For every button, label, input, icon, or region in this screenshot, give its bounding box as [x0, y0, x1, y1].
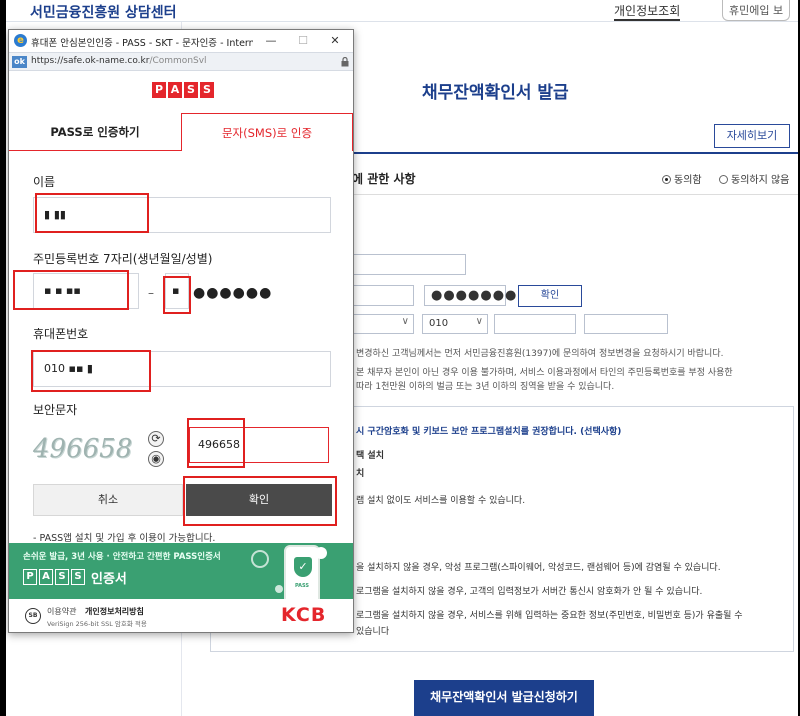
pass-logo: P A S S [152, 82, 214, 98]
warning-text: 로그램을 설치하지 않을 경우, 고객의 입력정보가 서버간 통신시 암호화가 … [356, 587, 703, 597]
pass-logo-letter: S [184, 82, 198, 98]
name-label: 이름 [33, 175, 56, 189]
warning-text: 있습니다 [356, 627, 390, 637]
terms-link[interactable]: 이용약관 [47, 606, 76, 617]
pass-note: - PASS앱 설치 및 가입 후 이용이 가능합니다. [33, 533, 216, 544]
agree-label: 동의함 [674, 175, 702, 186]
privacy-link[interactable]: 개인정보처리방침 [85, 606, 144, 617]
window-title: 휴대폰 안심본인인증 - PASS - SKT - 문자인증 - Interne… [31, 38, 253, 49]
carrier-select[interactable]: ∨ [352, 314, 414, 334]
ssl-note: VeriSign 256-bit SSL 암호화 적용 [47, 620, 147, 628]
pass-logo-letter: P [152, 82, 166, 98]
chevron-down-icon: ∨ [475, 316, 483, 327]
highlight-box [163, 276, 191, 314]
highlight-box [35, 193, 149, 233]
site-top-button[interactable]: 휴민에입 보 [722, 0, 791, 21]
cancel-button[interactable]: 취소 [33, 484, 183, 516]
security-label: 보안문자 [33, 403, 78, 417]
fingerprint-icon [251, 550, 269, 568]
rrn-label: 주민등록번호 7자리(생년월일/성별) [33, 252, 213, 266]
shield-check-icon: ✓ [294, 557, 312, 577]
notice-text: 변경하신 고객님께서는 먼저 서민금융진흥원(1397)에 문의하여 정보변경을… [356, 349, 724, 359]
warning-text: 을 설치하지 않을 경우, 악성 프로그램(스파이웨어, 악성코드, 랜섬웨어 … [356, 563, 721, 573]
browser-icon: e [14, 34, 27, 47]
agreement-heading: 에 관한 사항 [352, 172, 416, 186]
option-item: 램 설치 없이도 서비스를 이용할 수 있습니다. [356, 496, 526, 506]
banner-cert-text: 인증서 [91, 572, 127, 587]
page-title: 채무잔액확인서 발급 [422, 83, 569, 103]
chevron-down-icon: ∨ [401, 316, 409, 327]
lock-icon [341, 57, 349, 67]
rrn-confirm-button[interactable]: 확인 [518, 285, 582, 307]
pass-cert-banner[interactable]: 손쉬운 발급, 3년 사용 · 안전하고 간편한 PASS인증서 P A S S… [9, 543, 353, 599]
pass-logo-letter: A [168, 82, 182, 98]
banner-logo-letter: S [71, 569, 85, 585]
phone-middle-field[interactable] [494, 314, 576, 334]
banner-logo-letter: S [55, 569, 69, 585]
tab-pass[interactable]: PASS로 인증하기 [9, 113, 181, 151]
decor-bubble [275, 585, 283, 593]
auth-popup-window: e 휴대폰 안심본인인증 - PASS - SKT - 문자인증 - Inter… [8, 29, 354, 633]
highlight-box [31, 350, 151, 392]
close-button[interactable]: ✕ [321, 32, 349, 50]
security-title: 시 구간암호화 및 키보드 보안 프로그램설치를 권장합니다. (선택사항) [356, 427, 622, 437]
apply-button[interactable]: 채무잔액확인서 발급신청하기 [414, 680, 594, 716]
option-item[interactable]: 치 [356, 466, 364, 479]
kcb-logo: KCB [281, 604, 327, 626]
option-item[interactable]: 택 설치 [356, 448, 384, 461]
verisign-seal-icon: SB [25, 608, 41, 624]
highlight-box [187, 418, 245, 468]
popup-footer: SB 이용약관 개인정보처리방침 VeriSign 256-bit SSL 암호… [9, 599, 353, 632]
rrn-front-field[interactable] [352, 285, 414, 306]
rrn-back-field[interactable]: ●●●●●●● [424, 285, 516, 306]
highlight-box [183, 476, 337, 526]
address-bar[interactable]: ok https://safe.ok-name.co.kr/CommonSvl [9, 52, 353, 71]
banner-pass-logo: P A S S [23, 569, 85, 585]
notice-text: 본 채무자 본인이 아닌 경우 이용 불가하며, 서비스 이용과정에서 타인의 … [356, 368, 733, 378]
radio-selected-icon [662, 175, 671, 184]
tab-sms[interactable]: 문자(SMS)로 인증 [181, 113, 353, 151]
disagree-label: 동의하지 않음 [731, 175, 790, 186]
maximize-button[interactable]: ☐ [289, 32, 317, 50]
banner-logo-letter: A [39, 569, 53, 585]
rrn-dash: – [148, 286, 154, 300]
banner-logo-letter: P [23, 569, 37, 585]
notice-text: 따라 1천만원 이하의 벌금 또는 3년 이하의 징역을 받을 수 있습니다. [356, 382, 615, 392]
site-header: 서민금융진흥원 상담센터 개인정보조회 휴민에입 보 [6, 0, 798, 22]
site-logo[interactable]: 서민금융진흥원 상담센터 [30, 2, 177, 22]
highlight-box [13, 270, 129, 310]
window-titlebar[interactable]: e 휴대폰 안심본인인증 - PASS - SKT - 문자인증 - Inter… [9, 30, 353, 52]
url-host: https://safe.ok-name.co.kr [31, 56, 150, 66]
phone-prefix-select[interactable]: 010 ∨ [422, 314, 488, 334]
agree-radio[interactable]: 동의함 [662, 171, 702, 186]
phone-label: 휴대폰번호 [33, 327, 89, 341]
disagree-radio[interactable]: 동의하지 않음 [719, 171, 789, 186]
warning-text: 로그램을 설치하지 않을 경우, 서비스를 위해 입력하는 중요한 정보(주민번… [356, 611, 743, 621]
name-field[interactable] [352, 254, 466, 275]
phone-label: PASS [294, 583, 310, 589]
phone-prefix-value: 010 [429, 318, 449, 329]
site-favicon: ok [12, 56, 27, 68]
pass-logo-letter: S [200, 82, 214, 98]
radio-empty-icon [719, 175, 728, 184]
url-path: /CommonSvl [149, 56, 207, 66]
refresh-icon[interactable]: ⟳ [148, 431, 164, 447]
audio-icon[interactable]: ◉ [148, 451, 164, 467]
rrn-masked: ●●●●●● [193, 285, 273, 301]
decor-bubble [315, 547, 327, 559]
minimize-button[interactable]: — [257, 32, 285, 50]
phone-last-field[interactable] [584, 314, 668, 334]
captcha-image: 496658 [33, 434, 133, 464]
site-nav-link[interactable]: 개인정보조회 [614, 2, 681, 21]
url-text: https://safe.ok-name.co.kr/CommonSvl [31, 56, 207, 66]
detail-button[interactable]: 자세히보기 [714, 124, 790, 148]
banner-tagline: 손쉬운 발급, 3년 사용 · 안전하고 간편한 PASS인증서 [23, 552, 221, 562]
